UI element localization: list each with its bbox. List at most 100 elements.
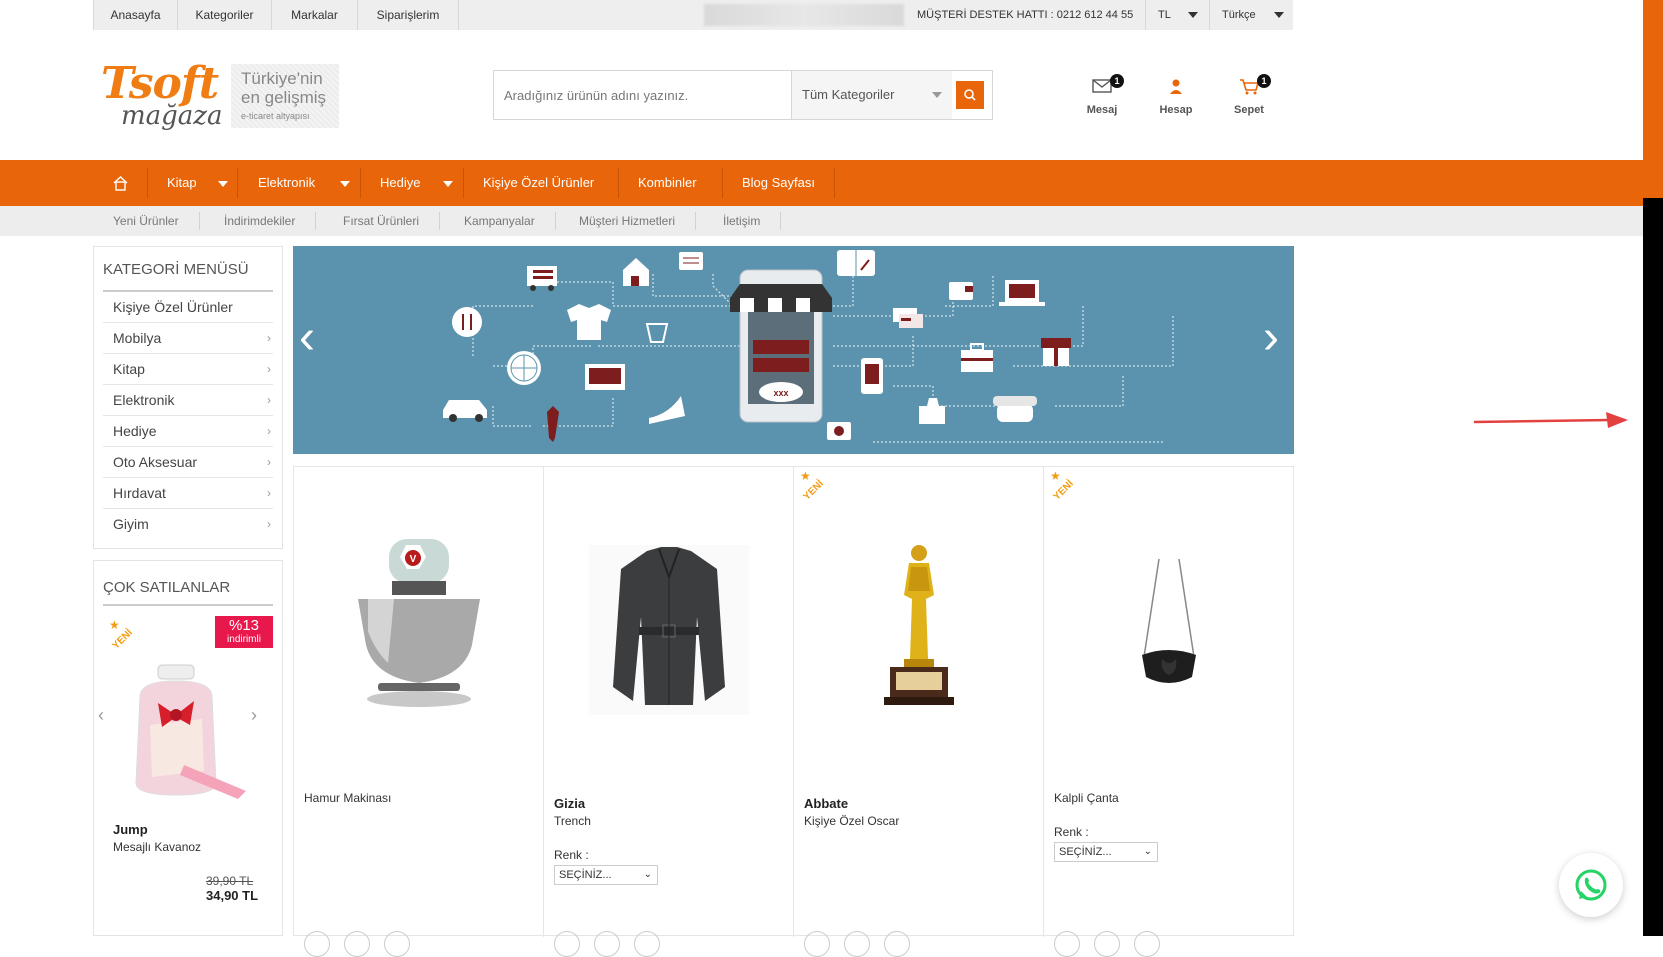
color-swatch[interactable] [344,931,370,957]
product-card[interactable]: ★ YENİ Kalpli Çanta Renk : SEÇİNİZ... ⌄ [1044,467,1294,957]
chevron-right-icon: › [267,424,271,438]
best-sellers: ÇOK SATILANLAR ★ YENİ %13 indirimli ‹ › … [93,560,283,936]
product-card[interactable]: V Hamur Makinası [294,467,544,957]
chevron-right-icon: › [267,517,271,531]
category-item-label: Hediye [113,423,157,439]
subnav-discounts[interactable]: İndirimdekiler [224,212,317,230]
color-select[interactable]: SEÇİNİZ... ⌄ [554,865,658,885]
color-swatch[interactable] [304,931,330,957]
color-swatch[interactable] [594,931,620,957]
color-swatch[interactable] [884,931,910,957]
logo-brand: Tsoft [101,58,219,109]
product-name[interactable]: Kişiye Özel Oscar [804,814,899,828]
color-select[interactable]: SEÇİNİZ... ⌄ [1054,842,1158,862]
header-message[interactable]: 1 Mesaj [1072,74,1132,124]
annotation-arrow-icon [1473,412,1628,428]
header-message-label: Mesaj [1086,104,1118,116]
color-swatch[interactable] [384,931,410,957]
chevron-right-icon: › [267,362,271,376]
category-item[interactable]: Mobilya › [103,323,273,354]
color-swatch[interactable] [554,931,580,957]
top-utility-bar: Anasayfa Kategoriler Markalar Siparişler… [93,0,1293,30]
header-cart[interactable]: 1 Sepet [1219,74,1279,124]
banner-next-arrow[interactable]: › [1263,314,1279,362]
nav-label: Kombinler [638,175,697,190]
category-item[interactable]: Kişiye Özel Ürünler [103,292,273,323]
product-name[interactable]: Hamur Makinası [304,791,391,805]
product-card[interactable]: Gizia Trench Renk : SEÇİNİZ... ⌄ [544,467,794,957]
carousel-next-arrow[interactable]: › [251,705,257,726]
product-brand[interactable]: Gizia [554,796,585,811]
category-item-label: Kitap [113,361,145,377]
search-input[interactable] [494,71,792,119]
nav-home[interactable] [93,168,148,198]
chevron-down-icon [1188,12,1198,18]
search-button[interactable] [956,81,984,109]
category-item[interactable]: Hediye › [103,416,273,447]
chevron-down-icon [932,92,942,98]
top-link-brands[interactable]: Markalar [272,0,358,30]
top-link-home[interactable]: Anasayfa [93,0,178,30]
right-edge-accent [1643,0,1663,198]
new-ribbon: ★ YENİ [1044,467,1104,527]
envelope-icon [1092,79,1112,93]
site-logo[interactable]: Tsoft mağaza Türkiye'nin en gelişmiş e-t… [101,62,341,134]
product-brand[interactable]: Abbate [804,796,848,811]
ecommerce-illustration: xxx [443,250,1174,443]
top-link-categories[interactable]: Kategoriler [178,0,272,30]
nav-item-elektronik[interactable]: Elektronik [238,168,361,198]
cart-badge: 1 [1257,74,1271,88]
chevron-down-icon [1274,12,1284,18]
category-item[interactable]: Hırdavat › [103,478,273,509]
category-item[interactable]: Elektronik › [103,385,273,416]
color-swatch[interactable] [1054,931,1080,957]
language-select[interactable]: Türkçe [1209,0,1293,30]
nav-item-hediye[interactable]: Hediye [361,168,464,198]
whatsapp-icon [1575,869,1607,901]
banner-prev-arrow[interactable]: ‹ [299,314,315,362]
carousel-prev-arrow[interactable]: ‹ [98,705,104,726]
whatsapp-button[interactable] [1559,853,1623,917]
product-name[interactable]: Trench [554,814,591,828]
product-brand[interactable]: Jump [113,822,148,837]
subnav-contact[interactable]: İletişim [723,212,782,230]
color-swatch[interactable] [1134,931,1160,957]
color-swatch[interactable] [844,931,870,957]
chevron-right-icon: › [267,455,271,469]
color-swatch[interactable] [1094,931,1120,957]
category-item[interactable]: Giyim › [103,509,273,540]
subnav-new[interactable]: Yeni Ürünler [113,212,200,230]
nav-item-kisiye-ozel[interactable]: Kişiye Özel Ürünler [464,168,619,198]
nav-item-kitap[interactable]: Kitap [148,168,238,198]
right-edge-dark [1643,198,1663,936]
nav-item-blog[interactable]: Blog Sayfası [723,168,835,198]
color-swatch[interactable] [804,931,830,957]
nav-item-kombinler[interactable]: Kombinler [619,168,723,198]
discount-label: indirimli [227,634,261,645]
new-price: 34,90 TL [206,888,259,903]
product-grid: V Hamur Makinası Gizia Trench Renk : SEÇ… [293,466,1294,957]
top-link-orders[interactable]: Siparişlerim [358,0,459,30]
subnav-deals[interactable]: Fırsat Ürünleri [343,212,441,230]
home-icon [113,176,128,191]
message-badge: 1 [1110,74,1124,88]
product-image-jar[interactable] [114,661,254,801]
nav-label: Hediye [380,175,421,190]
currency-select[interactable]: TL [1145,0,1209,30]
category-item[interactable]: Oto Aksesuar › [103,447,273,478]
category-item[interactable]: Kitap › [103,354,273,385]
product-name[interactable]: Mesajlı Kavanoz [113,840,201,854]
header-account[interactable]: Hesap [1146,74,1206,124]
category-item-label: Elektronik [113,392,175,408]
subnav-campaigns[interactable]: Kampanyalar [464,212,556,230]
subnav-customer-service[interactable]: Müşteri Hizmetleri [579,212,697,230]
product-name[interactable]: Kalpli Çanta [1054,791,1119,805]
category-item-label: Hırdavat [113,485,166,501]
product-image-mixer: V [358,539,480,707]
hero-banner[interactable]: xxx ‹ › [293,246,1294,454]
color-swatch[interactable] [634,931,660,957]
product-image-oscar [884,545,954,705]
search-category-select[interactable]: Tüm Kategoriler [792,71,952,119]
product-card[interactable]: ★ YENİ Abbate Kişiye Özel Oscar [794,467,1044,957]
category-item-label: Giyim [113,516,149,532]
